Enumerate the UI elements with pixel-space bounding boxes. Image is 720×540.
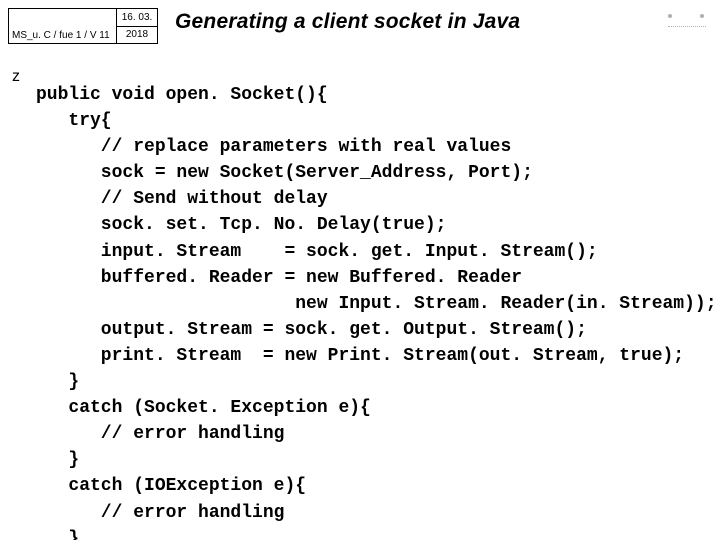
slide: MS_u. C / fue 1 / V 11 16. 03. 2018 Gene… bbox=[0, 0, 720, 540]
decoration-dots bbox=[668, 14, 710, 30]
footer-label: MS_u. C / fue 1 / V 11 bbox=[9, 9, 117, 43]
slide-title: Generating a client socket in Java bbox=[175, 10, 660, 34]
bullet-marker: z bbox=[12, 68, 20, 86]
footer-date-bot: 2018 bbox=[117, 27, 157, 44]
dot-icon bbox=[668, 14, 672, 18]
footer-date: 16. 03. 2018 bbox=[117, 9, 157, 43]
footer-date-top: 16. 03. bbox=[117, 9, 157, 27]
body: z public void open. Socket(){ try{ // re… bbox=[12, 64, 708, 528]
footer-info-box: MS_u. C / fue 1 / V 11 16. 03. 2018 bbox=[8, 8, 158, 44]
dotted-line-icon bbox=[668, 26, 706, 29]
code-block: public void open. Socket(){ try{ // repl… bbox=[36, 82, 717, 540]
dot-icon bbox=[700, 14, 704, 18]
